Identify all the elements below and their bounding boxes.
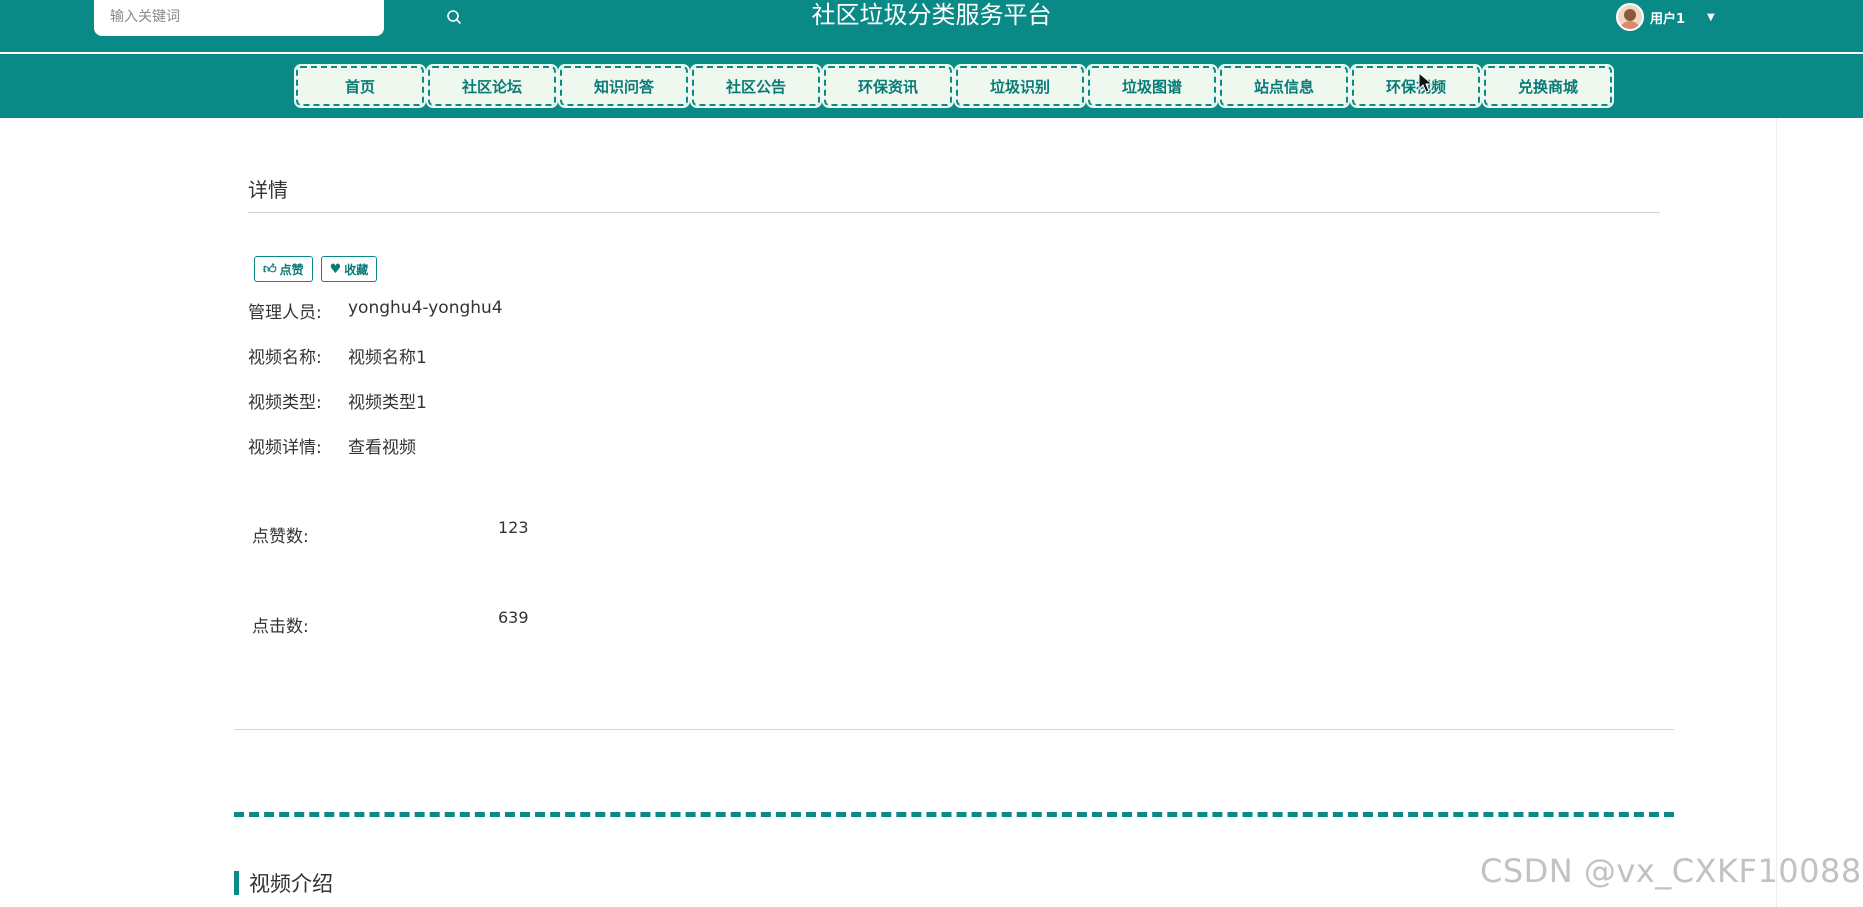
user-name: 用户1: [1650, 11, 1686, 27]
thumbs-up-icon: 👍︎: [263, 261, 277, 277]
chevron-down-icon: ▼: [1707, 11, 1715, 23]
nav-item-home[interactable]: 首页: [294, 64, 426, 108]
search-icon: [447, 10, 461, 24]
search-button[interactable]: [434, 0, 474, 35]
field-value: 视频名称1: [348, 348, 427, 368]
field-value: yonghu4-yonghu4: [348, 298, 503, 318]
favorite-label: 收藏: [344, 262, 369, 277]
page-edge-line: [1776, 118, 1777, 907]
section-divider: [234, 729, 1674, 730]
field-label: 管理人员:: [248, 303, 322, 323]
field-video-detail: 视频详情: 查看视频: [248, 433, 416, 458]
nav-item-qa[interactable]: 知识问答: [558, 64, 690, 108]
clicks-value: 639: [498, 608, 529, 627]
nav-item-shop[interactable]: 兑换商城: [1482, 64, 1614, 108]
nav-item-garbage-atlas[interactable]: 垃圾图谱: [1086, 64, 1218, 108]
clicks-stat: 点击数: 639: [252, 608, 529, 637]
favorite-button[interactable]: ♥ 收藏: [320, 256, 378, 282]
likes-stat: 点赞数: 123: [252, 518, 529, 547]
heading-accent-bar: [234, 871, 239, 895]
clicks-label: 点击数:: [252, 617, 309, 637]
action-buttons: 👍︎ 点赞 ♥ 收藏: [254, 256, 378, 282]
field-video-type: 视频类型: 视频类型1: [248, 388, 427, 413]
top-header: 社区垃圾分类服务平台 用户1 ▼: [0, 0, 1863, 52]
like-button[interactable]: 👍︎ 点赞: [254, 256, 313, 282]
field-label: 视频类型:: [248, 393, 322, 413]
like-label: 点赞: [279, 262, 304, 277]
likes-value: 123: [498, 518, 529, 537]
field-label: 视频详情:: [248, 438, 322, 458]
watermark: CSDN @vx_CXKF10088: [1480, 852, 1862, 890]
nav-item-garbage-recognition[interactable]: 垃圾识别: [954, 64, 1086, 108]
title-divider: [248, 212, 1660, 213]
main-nav: 首页 社区论坛 知识问答 社区公告 环保资讯 垃圾识别 垃圾图谱 站点信息 环保…: [0, 54, 1863, 118]
nav-item-forum[interactable]: 社区论坛: [426, 64, 558, 108]
nav-item-eco-news[interactable]: 环保资讯: [822, 64, 954, 108]
field-value: 视频类型1: [348, 393, 427, 413]
search-input[interactable]: [108, 4, 328, 30]
likes-label: 点赞数:: [252, 527, 309, 547]
section-title-text: 视频介绍: [249, 872, 333, 896]
field-label: 视频名称:: [248, 348, 322, 368]
view-video-link[interactable]: 查看视频: [348, 433, 416, 458]
dashed-divider: [234, 812, 1674, 817]
mouse-cursor-icon: [1418, 72, 1434, 93]
nav-item-announcements[interactable]: 社区公告: [690, 64, 822, 108]
field-manager: 管理人员: yonghu4-yonghu4: [248, 298, 503, 323]
avatar: [1616, 3, 1644, 31]
nav-item-eco-videos[interactable]: 环保视频: [1350, 64, 1482, 108]
video-intro-heading: 视频介绍: [234, 868, 333, 898]
page-title: 详情: [248, 178, 288, 202]
user-menu[interactable]: 用户1 ▼: [1616, 2, 1715, 32]
nav-item-stations[interactable]: 站点信息: [1218, 64, 1350, 108]
heart-icon: ♥: [329, 261, 342, 277]
search-box: [94, 0, 474, 36]
field-video-name: 视频名称: 视频名称1: [248, 343, 427, 368]
